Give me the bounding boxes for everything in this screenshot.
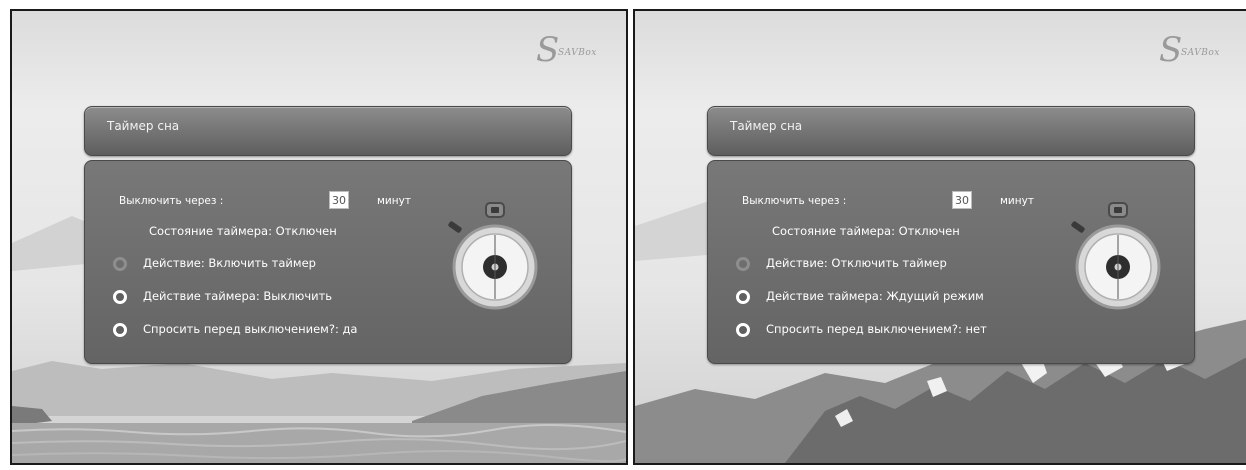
- logo-icon: S: [1159, 30, 1183, 70]
- page-title: Таймер сна: [730, 119, 803, 133]
- title-bar: Таймер сна: [707, 106, 1195, 156]
- page-title: Таймер сна: [107, 119, 180, 133]
- timer-status: Состояние таймера: Отключен: [772, 224, 960, 238]
- option-ask-before-off[interactable]: Спросить перед выключением?: нет: [766, 322, 987, 336]
- turn-off-label: Выключить через :: [119, 195, 224, 207]
- logo-text: SAVBox: [1181, 48, 1220, 58]
- stopwatch-icon: [448, 202, 538, 310]
- option-timer-action[interactable]: Действие таймера: Ждущий режим: [766, 289, 984, 303]
- radio-icon: [736, 290, 750, 304]
- option-timer-action[interactable]: Действие таймера: Выключить: [143, 289, 332, 303]
- sleep-timer-screen-right: S SAVBox Таймер сна Выключить через : 30…: [633, 9, 1246, 465]
- title-bar: Таймер сна: [84, 106, 572, 156]
- minutes-input[interactable]: 30: [329, 191, 349, 209]
- option-ask-before-off[interactable]: Спросить перед выключением?: да: [143, 322, 357, 336]
- minutes-unit: минут: [1000, 195, 1034, 207]
- stopwatch-icon: [1071, 202, 1161, 310]
- minutes-input[interactable]: 30: [952, 191, 972, 209]
- radio-icon: [113, 257, 127, 271]
- radio-icon: [736, 257, 750, 271]
- brand-logo: S SAVBox: [1159, 30, 1229, 70]
- radio-icon: [113, 290, 127, 304]
- radio-icon: [113, 323, 127, 337]
- settings-panel: Выключить через : 30 минут Состояние тай…: [707, 160, 1195, 364]
- brand-logo: S SAVBox: [536, 30, 606, 70]
- logo-icon: S: [536, 30, 560, 70]
- sleep-timer-screen-left: S SAVBox Таймер сна Выключить через : 30…: [10, 9, 628, 465]
- turn-off-label: Выключить через :: [742, 195, 847, 207]
- logo-text: SAVBox: [558, 48, 597, 58]
- minutes-unit: минут: [377, 195, 411, 207]
- option-action[interactable]: Действие: Отключить таймер: [766, 256, 947, 270]
- settings-panel: Выключить через : 30 минут Состояние тай…: [84, 160, 572, 364]
- radio-icon: [736, 323, 750, 337]
- timer-status: Состояние таймера: Отключен: [149, 224, 337, 238]
- option-action[interactable]: Действие: Включить таймер: [143, 256, 316, 270]
